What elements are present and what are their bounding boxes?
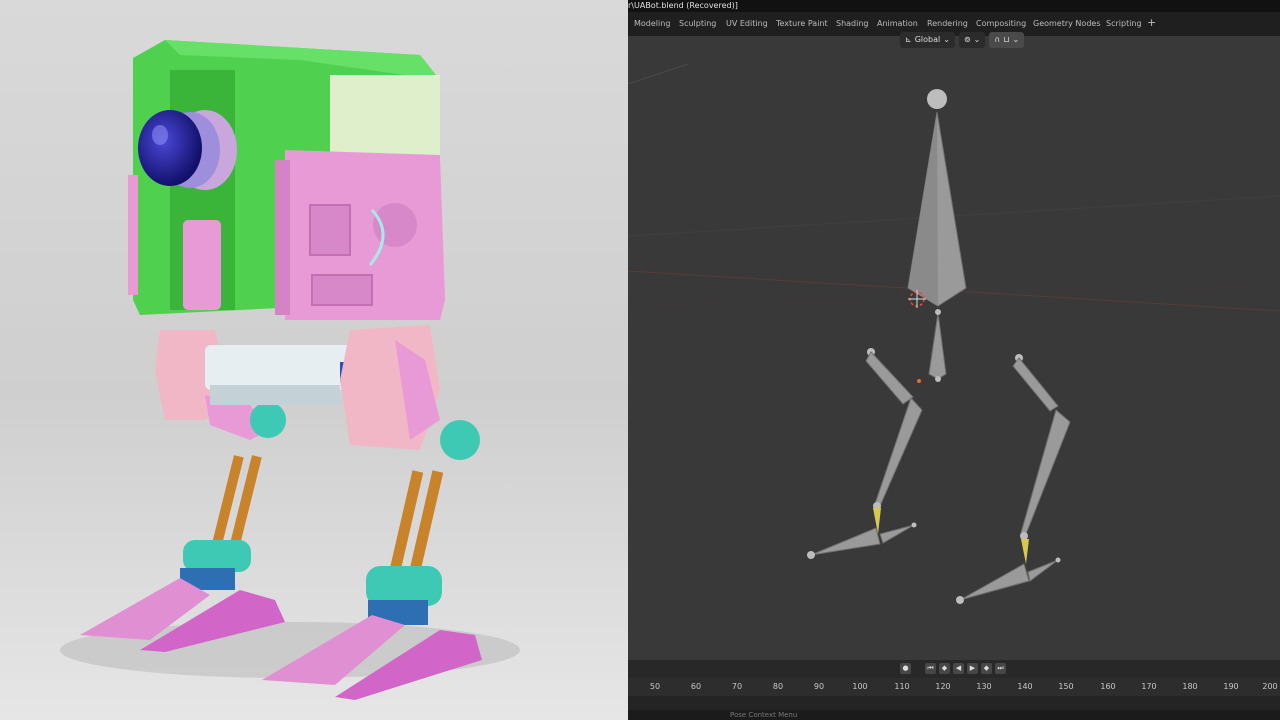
window-title: r\UABot.blend (Recovered)] <box>628 0 1280 12</box>
frame-tick: 150 <box>1058 682 1074 691</box>
jump-end-icon[interactable]: ⏭ <box>995 663 1006 674</box>
tab-modeling[interactable]: Modeling <box>634 17 670 31</box>
bone-torso[interactable] <box>907 89 967 307</box>
frame-tick: 80 <box>772 682 784 691</box>
frame-tick: 100 <box>852 682 868 691</box>
frame-tick: 110 <box>894 682 910 691</box>
magnet-icon: ∩ <box>994 35 1001 44</box>
tab-compositing[interactable]: Compositing <box>976 17 1026 31</box>
frame-tick: 90 <box>813 682 825 691</box>
frame-tick: 70 <box>731 682 743 691</box>
prev-keyframe-icon[interactable]: ◆ <box>939 663 950 674</box>
frame-tick: 170 <box>1141 682 1157 691</box>
blender-window: r\UABot.blend (Recovered)] Modeling Scul… <box>628 0 1280 720</box>
record-icon[interactable]: ● <box>900 663 911 674</box>
rendered-robot-image <box>0 0 628 720</box>
timeline-ruler[interactable]: 50 60 70 80 90 100 110 120 130 140 150 1… <box>628 678 1280 696</box>
frame-tick: 120 <box>935 682 951 691</box>
bone-leg-right[interactable] <box>956 354 1071 604</box>
snap-toggle[interactable]: ∩ ⊔ ⌄ <box>989 32 1025 48</box>
status-bar: Pose Context Menu <box>628 710 1280 720</box>
snap-target-icon: ⊔ <box>1003 35 1010 44</box>
tab-sculpting[interactable]: Sculpting <box>679 17 716 31</box>
transform-orientation-dropdown[interactable]: ⊾ Global ⌄ <box>900 32 955 48</box>
frame-tick: 60 <box>690 682 702 691</box>
frame-tick: 200 <box>1262 682 1278 691</box>
play-icon[interactable]: ▶ <box>967 663 978 674</box>
tab-geometry-nodes[interactable]: Geometry Nodes <box>1033 17 1100 31</box>
bone-leg-left[interactable] <box>807 348 923 559</box>
play-reverse-icon[interactable]: ◀ <box>953 663 964 674</box>
viewport-header: ⊾ Global ⌄ ⊚ ⌄ ∩ ⊔ ⌄ <box>900 30 1025 50</box>
frame-tick: 190 <box>1223 682 1239 691</box>
frame-tick: 130 <box>976 682 992 691</box>
add-workspace-button[interactable]: + <box>1147 16 1156 30</box>
timeline-track[interactable] <box>628 696 1280 710</box>
frame-tick: 140 <box>1017 682 1033 691</box>
3d-viewport[interactable]: ⊾ Global ⌄ ⊚ ⌄ ∩ ⊔ ⌄ <box>628 32 1280 660</box>
playback-controls: ● ⏮ ◆ ◀ ▶ ◆ ⏭ <box>900 663 1006 674</box>
tab-rendering[interactable]: Rendering <box>927 17 968 31</box>
jump-start-icon[interactable]: ⏮ <box>925 663 936 674</box>
status-hint: Pose Context Menu <box>730 711 798 719</box>
frame-tick: 50 <box>649 682 661 691</box>
tab-uv-editing[interactable]: UV Editing <box>726 17 768 31</box>
chevron-down-icon: ⌄ <box>973 35 981 44</box>
frame-tick: 160 <box>1100 682 1116 691</box>
tab-shading[interactable]: Shading <box>836 17 869 31</box>
tab-animation[interactable]: Animation <box>877 17 918 31</box>
orientation-icon: ⊾ <box>905 35 912 44</box>
chevron-down-icon: ⌄ <box>1012 35 1020 44</box>
pivot-icon: ⊚ <box>963 35 971 44</box>
next-keyframe-icon[interactable]: ◆ <box>981 663 992 674</box>
pivot-point-dropdown[interactable]: ⊚ ⌄ <box>958 32 986 48</box>
frame-tick: 180 <box>1182 682 1198 691</box>
bone-hip[interactable] <box>928 309 947 382</box>
tab-texture-paint[interactable]: Texture Paint <box>776 17 828 31</box>
chevron-down-icon: ⌄ <box>943 35 950 44</box>
tab-scripting[interactable]: Scripting <box>1106 17 1142 31</box>
